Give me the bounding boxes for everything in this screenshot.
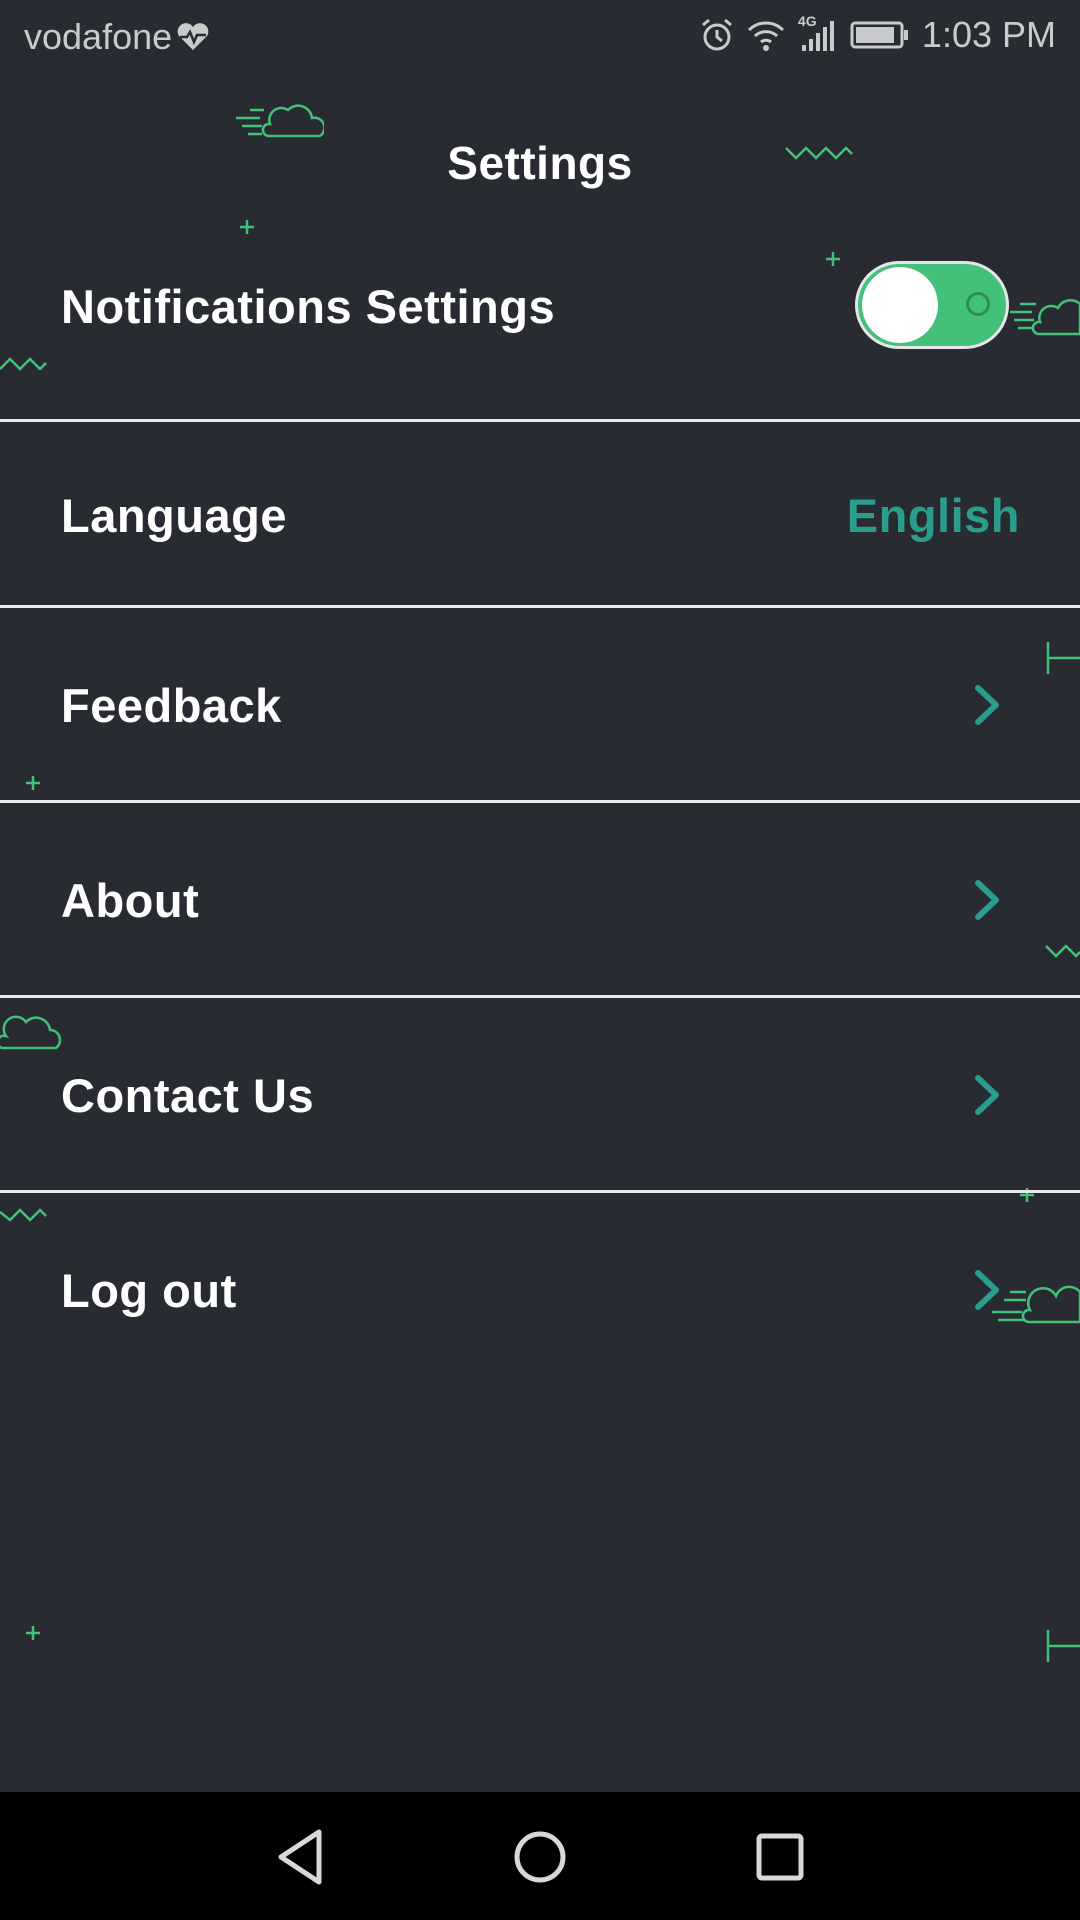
divider xyxy=(0,605,1080,608)
chevron-right-icon xyxy=(975,685,999,725)
wifi-icon xyxy=(747,21,784,51)
chevron-right-icon xyxy=(975,1270,999,1310)
notifications-toggle[interactable] xyxy=(855,261,1009,349)
about-label: About xyxy=(61,873,200,927)
contact-us-row[interactable]: Contact Us xyxy=(0,1020,1080,1170)
contact-us-label: Contact Us xyxy=(61,1068,315,1122)
signal-4g-icon: 4G xyxy=(798,13,838,53)
page-title: Settings xyxy=(447,137,633,189)
chevron-right-icon xyxy=(975,880,999,920)
status-bar: vodafone 4G 1:03 PM xyxy=(0,0,1080,76)
back-icon[interactable] xyxy=(265,1822,335,1892)
divider xyxy=(0,1190,1080,1193)
language-row[interactable]: Language English xyxy=(0,440,1080,590)
feedback-row[interactable]: Feedback xyxy=(0,630,1080,780)
plus-doodle-icon xyxy=(26,1626,40,1640)
navigation-bar xyxy=(0,1792,1080,1920)
notifications-label: Notifications Settings xyxy=(61,279,556,333)
clock: 1:03 PM xyxy=(921,14,1056,55)
divider xyxy=(0,995,1080,998)
language-value[interactable]: English xyxy=(847,488,1020,543)
plus-doodle-icon xyxy=(1020,1188,1034,1202)
alarm-icon xyxy=(701,18,732,51)
bracket-doodle-icon xyxy=(1046,1630,1080,1662)
recents-icon[interactable] xyxy=(745,1822,815,1892)
heart-pulse-icon xyxy=(177,23,209,50)
about-row[interactable]: About xyxy=(0,825,1080,975)
toggle-on-indicator-icon xyxy=(966,292,990,316)
battery-icon xyxy=(850,21,908,49)
language-label: Language xyxy=(61,488,287,542)
carrier: vodafone xyxy=(24,16,210,58)
divider xyxy=(0,800,1080,803)
log-out-row[interactable]: Log out xyxy=(0,1215,1080,1365)
status-icons: 4G 1:03 PM xyxy=(700,13,1056,56)
plus-doodle-icon xyxy=(240,220,254,234)
cloud-doodle-icon xyxy=(236,104,324,138)
carrier-name: vodafone xyxy=(24,16,173,57)
home-icon[interactable] xyxy=(505,1822,575,1892)
chevron-right-icon xyxy=(975,1075,999,1115)
feedback-label: Feedback xyxy=(61,678,282,732)
settings-screen: vodafone 4G 1:03 PM Settings Notificatio… xyxy=(0,0,1080,1920)
divider xyxy=(0,419,1080,422)
toggle-knob xyxy=(862,267,938,343)
log-out-label: Log out xyxy=(61,1263,237,1317)
